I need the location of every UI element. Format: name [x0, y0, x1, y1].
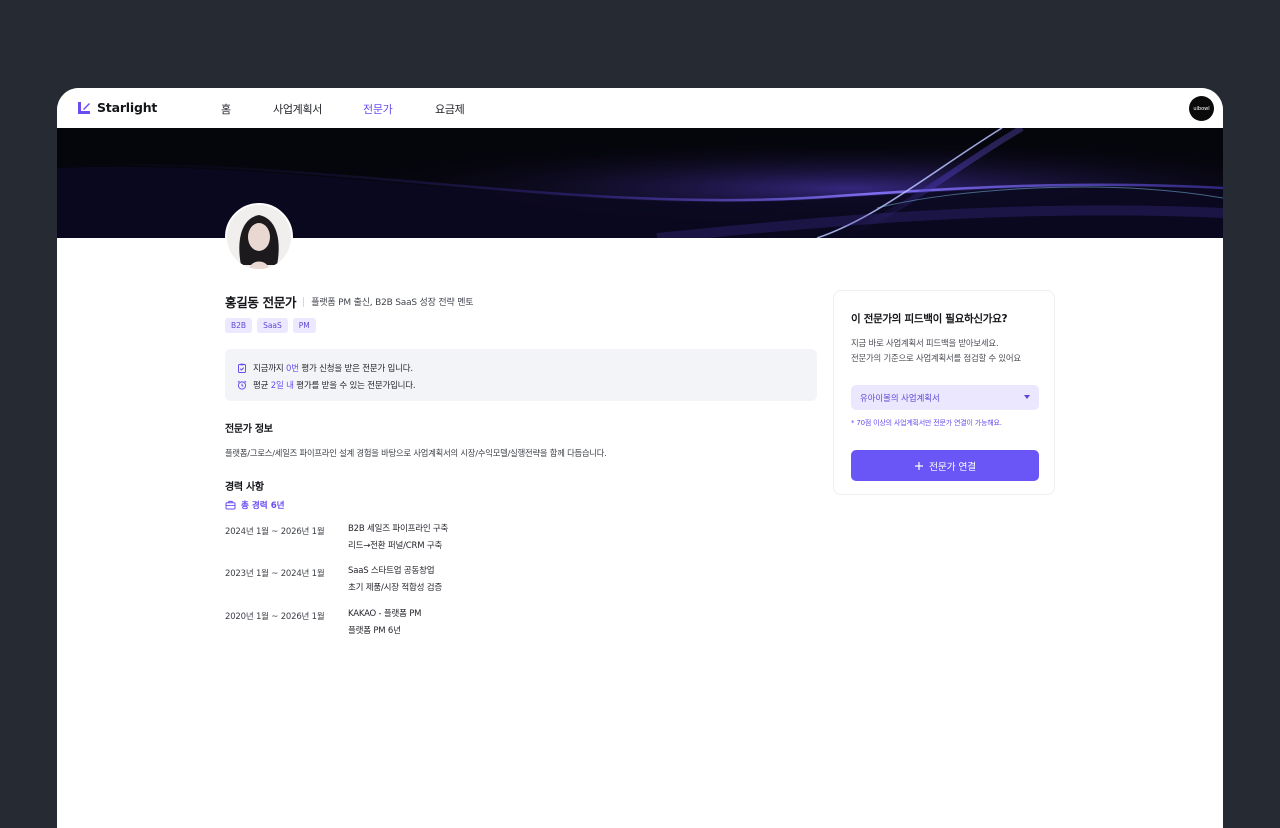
career-entry: 2020년 1월 ~ 2026년 1월 KAKAO - 플랫폼 PM 플랫폼 P…	[225, 609, 422, 640]
profile-photo-image	[227, 205, 291, 269]
nav-item-experts[interactable]: 전문가	[363, 101, 393, 117]
brand-logo[interactable]: Starlight	[77, 100, 157, 115]
career-detail: 플랫폼 PM 6년	[348, 626, 401, 636]
user-avatar-button[interactable]: uibowl	[1189, 96, 1214, 121]
brand-name: Starlight	[97, 100, 158, 115]
nav-item-business-plans[interactable]: 사업계획서	[273, 101, 322, 117]
career-role: B2B 세일즈 파이프라인 구축	[348, 524, 449, 534]
alarm-clock-icon	[237, 380, 247, 390]
review-count-line: 지금까지 0번 평가 신청을 받은 전문가 입니다.	[237, 362, 413, 374]
starlight-logo-icon	[78, 101, 90, 114]
response-time-line: 평균 2일 내 평가를 받을 수 있는 전문가입니다.	[237, 379, 416, 391]
clipboard-check-icon	[238, 363, 246, 373]
tag-b2b: B2B	[225, 318, 253, 333]
response-time-prefix: 평균	[253, 381, 269, 391]
career-detail: 초기 제품/시장 적합성 검증	[348, 583, 442, 593]
eligibility-note: * 70점 이상의 사업계획서만 전문가 연결이 가능해요.	[851, 419, 1002, 427]
briefcase-icon	[225, 500, 236, 510]
review-count-prefix: 지금까지	[253, 364, 284, 374]
response-time-value: 2일 내	[270, 381, 294, 391]
tag-saas: SaaS	[257, 318, 288, 333]
tag-pm: PM	[292, 318, 316, 333]
top-nav: Starlight 홈 사업계획서 전문가 요금제 uibowl	[57, 88, 1223, 128]
expert-info-title: 전문가 정보	[225, 424, 273, 435]
card-description: 지금 바로 사업계획서 피드백을 받아보세요. 전문가의 기준으로 사업계획서를…	[851, 336, 1021, 366]
expert-subtitle: 플랫폼 PM 출신, B2B SaaS 성장 전략 멘토	[311, 298, 474, 308]
career-role: SaaS 스타트업 공동창업	[348, 566, 435, 576]
career-entry: 2024년 1월 ~ 2026년 1월 B2B 세일즈 파이프라인 구축 리드→…	[225, 524, 448, 555]
career-total-label: 총 경력 6년	[241, 501, 285, 511]
profile-header: 홍길동 전문가 플랫폼 PM 출신, B2B SaaS 성장 전략 멘토	[225, 292, 474, 311]
business-plan-select[interactable]: 유아이볼의 사업계획서	[851, 385, 1039, 410]
career-period: 2024년 1월 ~ 2026년 1월	[225, 527, 325, 537]
expert-profile-photo	[225, 203, 293, 271]
connect-expert-label: 전문가 연결	[929, 461, 976, 473]
career-period: 2020년 1월 ~ 2026년 1월	[225, 612, 325, 622]
divider	[303, 296, 305, 307]
response-time-suffix: 평가를 받을 수 있는 전문가입니다.	[296, 381, 416, 391]
career-role: KAKAO - 플랫폼 PM	[348, 609, 422, 619]
feedback-request-card: 이 전문가의 피드백이 필요하신가요? 지금 바로 사업계획서 피드백을 받아보…	[833, 290, 1055, 495]
expert-stats-box: 지금까지 0번 평가 신청을 받은 전문가 입니다. 평균 2일 내 평가를 받…	[225, 349, 817, 401]
expert-tags: B2B SaaS PM	[225, 318, 316, 333]
career-title: 경력 사항	[225, 482, 264, 493]
nav-item-home[interactable]: 홈	[221, 101, 231, 117]
review-count-value: 0번	[286, 364, 299, 374]
plus-icon	[915, 461, 923, 470]
app-window: Starlight 홈 사업계획서 전문가 요금제 uibowl 홍길동 전문가…	[57, 88, 1223, 828]
card-description-line: 지금 바로 사업계획서 피드백을 받아보세요.	[851, 338, 999, 348]
career-total: 총 경력 6년	[225, 499, 285, 511]
card-description-line: 전문가의 기준으로 사업계획서를 점검할 수 있어요	[851, 353, 1021, 363]
review-count-suffix: 평가 신청을 받은 전문가 입니다.	[301, 364, 413, 374]
select-value: 유아이볼의 사업계획서	[860, 392, 940, 403]
card-title: 이 전문가의 피드백이 필요하신가요?	[851, 313, 1008, 325]
career-period: 2023년 1월 ~ 2024년 1월	[225, 569, 325, 579]
connect-expert-button[interactable]: 전문가 연결	[851, 450, 1039, 481]
career-entry: 2023년 1월 ~ 2024년 1월 SaaS 스타트업 공동창업 초기 제품…	[225, 566, 442, 597]
expert-name: 홍길동 전문가	[225, 295, 297, 310]
caret-down-icon	[1024, 395, 1030, 399]
nav-item-pricing[interactable]: 요금제	[435, 101, 465, 117]
career-detail: 리드→전환 퍼널/CRM 구축	[348, 541, 443, 551]
expert-info-description: 플랫폼/그로스/세일즈 파이프라인 설계 경험을 바탕으로 사업계획서의 시장/…	[225, 448, 607, 458]
